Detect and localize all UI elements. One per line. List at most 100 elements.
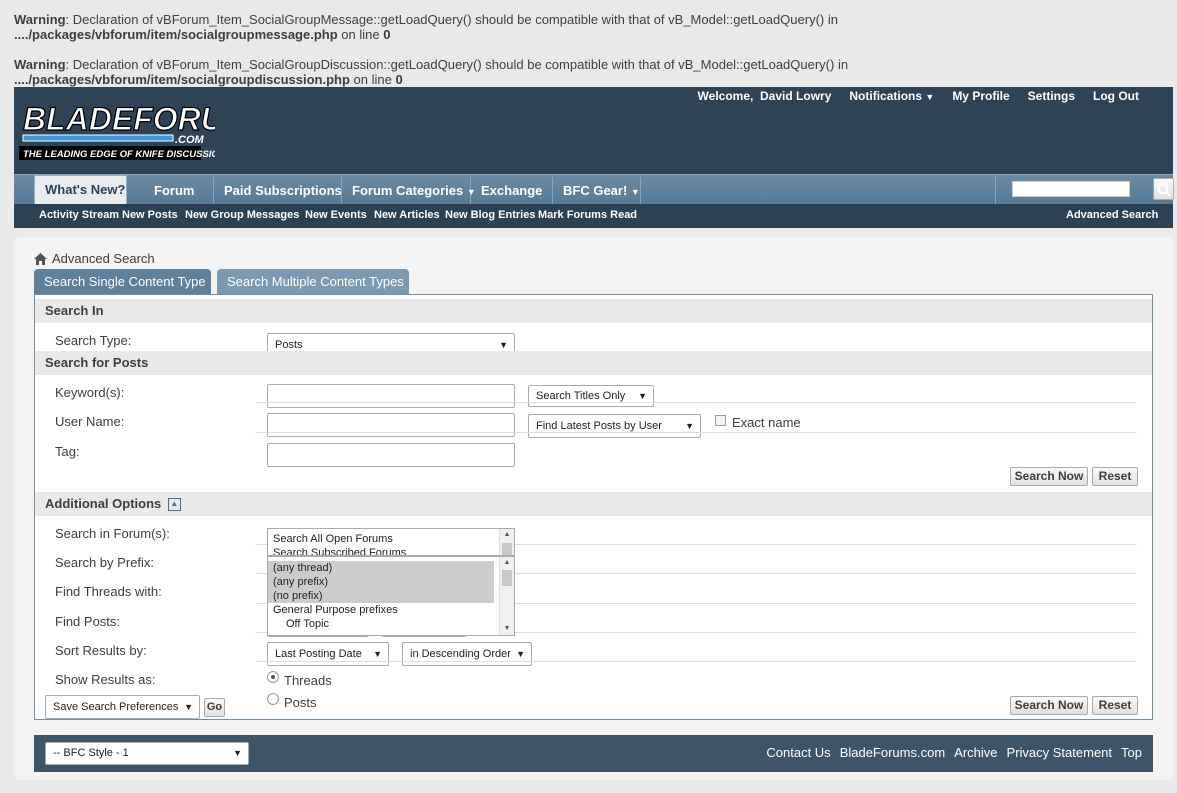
- sort-results-label: Sort Results by:: [55, 643, 147, 658]
- row-divider: [255, 402, 1137, 403]
- find-posts-label: Find Posts:: [55, 614, 121, 629]
- subnav-advanced-search[interactable]: Advanced Search: [1066, 209, 1158, 221]
- scrollbar[interactable]: ▲ ▼: [499, 557, 514, 635]
- bladeforums-logo[interactable]: BLADEFORUMS .COM THE LEADING EDGE OF KNI…: [17, 90, 215, 164]
- collapse-icon[interactable]: ▲: [167, 498, 181, 512]
- tab-whats-new[interactable]: What's New?: [34, 175, 127, 204]
- search-icon: [1157, 183, 1171, 197]
- subnav-new-events[interactable]: New Events: [305, 209, 367, 221]
- reset-button-bottom[interactable]: Reset: [1092, 696, 1138, 715]
- footer-archive[interactable]: Archive: [954, 745, 997, 760]
- footer-bladeforums[interactable]: BladeForums.com: [840, 745, 945, 760]
- warning-label: Warning: [14, 12, 66, 27]
- home-icon[interactable]: [34, 252, 47, 265]
- top-links: Welcome, David Lowry Notifications ▼ My …: [698, 89, 1139, 103]
- row-divider: [255, 432, 1137, 433]
- prefix-option[interactable]: (no prefix): [268, 589, 494, 603]
- exact-name-checkbox[interactable]: [715, 415, 726, 426]
- forum-option[interactable]: Search All Open Forums: [268, 532, 514, 546]
- subnav-new-blog-entries[interactable]: New Blog Entries: [445, 209, 535, 221]
- php-warning-2: Warning: Declaration of vBForum_Item_Soc…: [14, 57, 848, 87]
- username-input[interactable]: [267, 413, 515, 437]
- page-footer: -- BFC Style - 1 ▼ Contact Us BladeForums…: [34, 735, 1153, 772]
- search-type-label: Search Type:: [55, 333, 132, 348]
- prefix-option[interactable]: (any prefix): [268, 575, 494, 589]
- warning-message: : Declaration of vBForum_Item_SocialGrou…: [65, 57, 849, 72]
- logo-com-text: .COM: [175, 134, 205, 146]
- tab-bfc-gear[interactable]: BFC Gear! ▼: [553, 177, 641, 204]
- warning-label: Warning: [14, 57, 66, 72]
- sort-order-select[interactable]: in Descending Order ▼: [402, 642, 532, 666]
- search-now-button-bottom[interactable]: Search Now: [1010, 696, 1088, 715]
- site-header: BLADEFORUMS .COM THE LEADING EDGE OF KNI…: [14, 87, 1174, 228]
- tag-label: Tag:: [55, 444, 80, 459]
- username-link[interactable]: David Lowry: [760, 89, 831, 103]
- prefix-option[interactable]: Off Topic: [268, 617, 514, 631]
- find-threads-label: Find Threads with:: [55, 584, 162, 599]
- notifications-menu[interactable]: Notifications ▼: [849, 89, 934, 103]
- sort-by-select[interactable]: Last Posting Date ▼: [267, 642, 389, 666]
- tab-forum-categories[interactable]: Forum Categories ▼: [342, 177, 476, 204]
- forums-listbox[interactable]: Search All Open Forums Search Subscribed…: [267, 528, 515, 556]
- warning-message: : Declaration of vBForum_Item_SocialGrou…: [65, 12, 838, 27]
- dropdown-arrow-icon: ▼: [184, 702, 193, 712]
- welcome-text: Welcome, David Lowry: [697, 89, 832, 103]
- exact-name-label: Exact name: [732, 415, 801, 430]
- subnav-activity-stream[interactable]: Activity Stream: [39, 209, 119, 221]
- my-profile-link[interactable]: My Profile: [952, 89, 1009, 103]
- forum-option[interactable]: Search Subscribed Forums: [268, 546, 514, 555]
- subnav-new-group-messages[interactable]: New Group Messages: [185, 209, 299, 221]
- tab-exchange[interactable]: Exchange: [471, 177, 553, 204]
- prefix-listbox[interactable]: (any thread) (any prefix) (no prefix) Ge…: [267, 556, 515, 636]
- settings-link[interactable]: Settings: [1028, 89, 1075, 103]
- footer-top[interactable]: Top: [1121, 745, 1142, 760]
- warning-line: 0: [395, 72, 403, 87]
- keywords-input[interactable]: [267, 384, 515, 408]
- warning-path: ..../packages/vbforum/item/socialgroupme…: [14, 27, 338, 42]
- prefix-option[interactable]: (any thread): [268, 561, 494, 575]
- scroll-down-icon: ▼: [503, 625, 511, 632]
- subnav-mark-forums-read[interactable]: Mark Forums Read: [538, 209, 637, 221]
- prefix-option[interactable]: General Purpose prefixes: [268, 603, 514, 617]
- titles-only-select[interactable]: Search Titles Only ▼: [528, 385, 654, 407]
- main-navbar: What's New? Forum Paid Subscriptions For…: [14, 174, 1174, 204]
- warning-line-text: on line: [337, 27, 384, 42]
- keywords-label: Keyword(s):: [55, 385, 125, 400]
- logout-link[interactable]: Log Out: [1093, 89, 1139, 103]
- tab-forum[interactable]: Forum: [144, 177, 214, 204]
- footer-privacy[interactable]: Privacy Statement: [1007, 745, 1113, 760]
- tab-search-multiple[interactable]: Search Multiple Content Types: [217, 269, 409, 294]
- subnav-new-articles[interactable]: New Articles: [374, 209, 440, 221]
- username-label: User Name:: [55, 414, 125, 429]
- search-forums-label: Search in Forum(s):: [55, 526, 170, 541]
- style-chooser-select[interactable]: -- BFC Style - 1 ▼: [45, 742, 249, 765]
- quick-search-input[interactable]: [1012, 181, 1130, 197]
- tag-input[interactable]: [267, 443, 515, 467]
- dropdown-arrow-icon: ▼: [233, 748, 242, 758]
- save-preferences-select[interactable]: Save Search Preferences ▼: [45, 695, 200, 719]
- show-threads-radio[interactable]: [267, 671, 279, 683]
- tab-search-single[interactable]: Search Single Content Type: [34, 269, 211, 294]
- breadcrumb: Advanced Search: [34, 251, 155, 266]
- find-latest-select[interactable]: Find Latest Posts by User ▼: [528, 414, 701, 438]
- search-now-button[interactable]: Search Now: [1010, 467, 1088, 486]
- search-prefix-label: Search by Prefix:: [55, 555, 154, 570]
- show-posts-radio[interactable]: [267, 693, 279, 705]
- tab-paid-subscriptions[interactable]: Paid Subscriptions: [214, 177, 342, 204]
- scroll-up-icon: ▲: [503, 531, 511, 538]
- quick-search: [995, 175, 1174, 204]
- caret-down-icon: ▼: [630, 187, 640, 197]
- reset-button[interactable]: Reset: [1092, 467, 1138, 486]
- row-divider: [255, 661, 1137, 662]
- show-threads-label: Threads: [284, 673, 332, 688]
- header-banner: BLADEFORUMS .COM THE LEADING EDGE OF KNI…: [14, 87, 1173, 173]
- section-additional-options: Additional Options ▲: [35, 492, 1152, 516]
- go-button[interactable]: Go: [204, 698, 225, 717]
- scrollbar[interactable]: ▲: [499, 529, 514, 555]
- section-search-in: Search In: [35, 299, 1152, 323]
- subnav-new-posts[interactable]: New Posts: [122, 209, 178, 221]
- quick-search-button[interactable]: [1153, 178, 1174, 200]
- footer-contact-us[interactable]: Contact Us: [766, 745, 830, 760]
- logo-main-text: BLADEFORUMS: [23, 101, 215, 137]
- section-search-for-posts: Search for Posts: [35, 351, 1152, 375]
